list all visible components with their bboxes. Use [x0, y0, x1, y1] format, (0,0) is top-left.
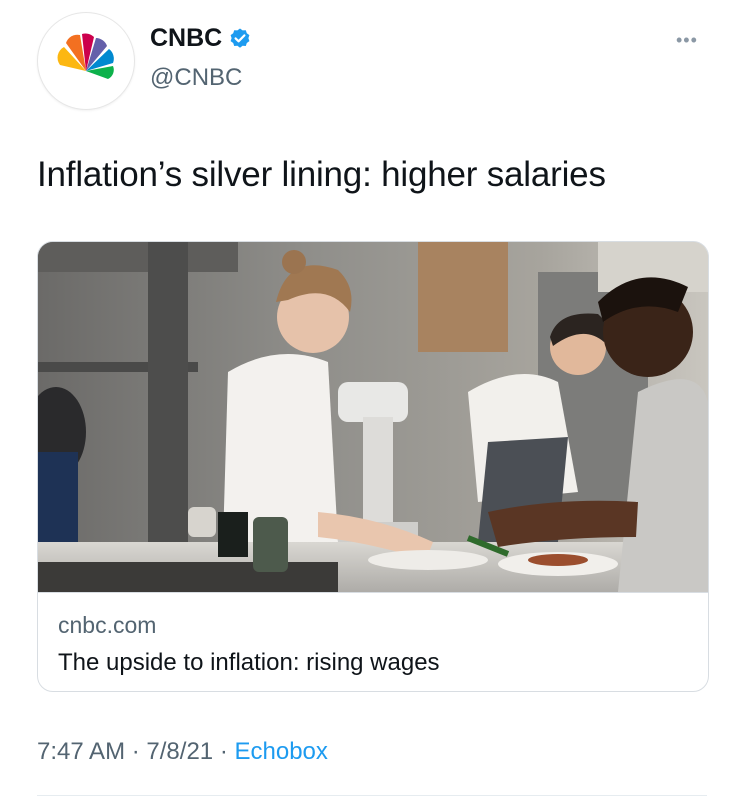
verified-badge-icon	[228, 27, 252, 51]
cnbc-peacock-logo	[57, 33, 114, 79]
kitchen-photo	[38, 242, 708, 592]
tweet-text: Inflation’s silver lining: higher salari…	[37, 155, 606, 194]
divider	[37, 795, 707, 796]
avatar[interactable]	[37, 12, 135, 110]
card-divider	[38, 592, 708, 593]
account-handle[interactable]: @CNBC	[150, 64, 242, 92]
card-title: The upside to inflation: rising wages	[58, 649, 440, 676]
tweet-meta: 7:47 AM · 7/8/21 · Echobox	[37, 738, 328, 766]
card-domain: cnbc.com	[58, 612, 157, 638]
tweet-source[interactable]: Echobox	[234, 738, 327, 765]
tweet-time[interactable]: 7:47 AM	[37, 738, 125, 765]
tweet-date[interactable]: 7/8/21	[146, 738, 213, 765]
meta-separator: ·	[219, 738, 228, 765]
more-icon[interactable]: •••	[676, 30, 698, 51]
account-name-row[interactable]: CNBC	[150, 24, 252, 53]
link-card[interactable]: cnbc.com The upside to inflation: rising…	[37, 241, 709, 692]
display-name[interactable]: CNBC	[150, 24, 222, 53]
meta-separator: ·	[131, 738, 140, 765]
